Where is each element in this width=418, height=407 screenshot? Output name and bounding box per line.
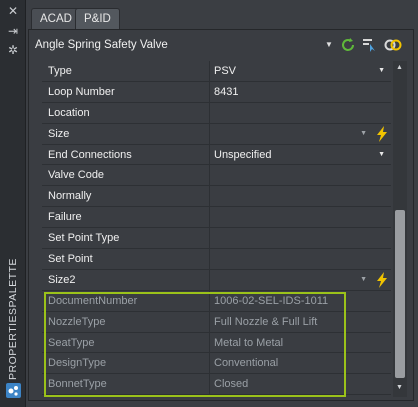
property-value[interactable]	[210, 165, 391, 185]
property-row[interactable]: Valve Code	[42, 165, 391, 187]
property-name: BonnetType	[42, 374, 210, 395]
property-name: Set Point Type	[42, 228, 210, 249]
property-row[interactable]: Set Point	[42, 249, 391, 270]
object-type-selector[interactable]: Angle Spring Safety Valve ▼	[29, 33, 411, 57]
property-value-text: Conventional	[214, 357, 279, 370]
property-value[interactable]	[210, 228, 391, 248]
property-value[interactable]	[210, 103, 391, 123]
property-value[interactable]	[210, 249, 391, 269]
property-name: End Connections	[42, 144, 210, 165]
property-value[interactable]: 8431	[210, 82, 391, 102]
chevron-down-icon[interactable]: ▼	[378, 61, 385, 81]
palette-title: PROPERTIESPALETTE	[7, 258, 19, 380]
property-value[interactable]: ▼	[210, 270, 391, 290]
chevron-down-icon[interactable]: ▼	[325, 40, 333, 49]
property-row[interactable]: Set Point Type	[42, 228, 391, 250]
chevron-down-icon[interactable]: ▼	[360, 124, 367, 144]
property-row[interactable]: Size2 ▼	[42, 269, 391, 291]
property-value[interactable]	[210, 207, 391, 227]
property-row[interactable]: Size ▼	[42, 123, 391, 145]
property-row[interactable]: SeatType Metal to Metal	[42, 332, 391, 354]
property-row[interactable]: Failure	[42, 207, 391, 229]
property-value-text: 1006-02-SEL-IDS-1011	[214, 294, 329, 307]
property-row[interactable]: DocumentNumber 1006-02-SEL-IDS-1011	[42, 290, 391, 312]
property-value-text: 8431	[214, 85, 239, 98]
select-objects-icon[interactable]	[362, 37, 378, 56]
refresh-icon[interactable]	[340, 37, 356, 56]
property-value: Conventional	[210, 353, 391, 373]
property-row[interactable]: Type PSV ▼	[42, 61, 391, 82]
property-name: NozzleType	[42, 311, 210, 332]
property-value-text: Metal to Metal	[214, 336, 284, 349]
property-row[interactable]: Location	[42, 102, 391, 124]
property-name: Failure	[42, 207, 210, 228]
property-value-text: Closed	[214, 378, 249, 391]
link-icon[interactable]	[384, 37, 402, 56]
property-value: 1006-02-SEL-IDS-1011	[210, 291, 391, 311]
property-name: Size	[42, 123, 210, 144]
tab-acad[interactable]: ACAD	[31, 8, 81, 29]
object-type-label: Angle Spring Safety Valve	[35, 39, 168, 51]
property-value-text: Unspecified	[214, 148, 272, 161]
property-value[interactable]	[210, 186, 391, 206]
property-row[interactable]: DesignType Conventional	[42, 353, 391, 375]
property-value: Metal to Metal	[210, 333, 391, 353]
property-row[interactable]: End Connections Unspecified ▼	[42, 144, 391, 166]
property-name: Normally	[42, 186, 210, 207]
property-name: Type	[42, 61, 210, 81]
property-name: Location	[42, 102, 210, 123]
property-value-text: Full Nozzle & Full Lift	[214, 315, 318, 328]
property-value: Full Nozzle & Full Lift	[210, 312, 391, 332]
pin-icon[interactable]: ⇥	[5, 24, 21, 38]
property-name: Set Point	[42, 249, 210, 269]
property-row[interactable]: NozzleType Full Nozzle & Full Lift	[42, 311, 391, 333]
property-grid: Type PSV ▼ Loop Number 8431 Location Size ▼ End …	[42, 61, 391, 396]
property-name: SeatType	[42, 332, 210, 353]
palette-side-strip: ✕ ⇥ ✲ PROPERTIESPALETTE	[0, 0, 26, 407]
close-icon[interactable]: ✕	[5, 4, 21, 18]
settings-icon[interactable]: ✲	[5, 43, 21, 57]
property-value[interactable]: ▼	[210, 124, 391, 144]
property-name: Loop Number	[42, 81, 210, 102]
tab-pid[interactable]: P&ID	[75, 8, 120, 29]
scroll-up-icon[interactable]: ▲	[396, 64, 403, 71]
property-value-text: PSV	[214, 65, 237, 77]
property-row[interactable]: BonnetType Closed	[42, 374, 391, 396]
chevron-down-icon[interactable]: ▼	[378, 145, 385, 165]
scrollbar-thumb[interactable]	[395, 210, 405, 378]
property-name: DocumentNumber	[42, 290, 210, 311]
property-name: Size2	[42, 269, 210, 290]
property-name: Valve Code	[42, 165, 210, 186]
property-value: Closed	[210, 374, 391, 394]
property-value[interactable]: Unspecified ▼	[210, 145, 391, 165]
property-row[interactable]: Loop Number 8431	[42, 81, 391, 103]
scroll-down-icon[interactable]: ▼	[396, 384, 403, 391]
palette-app-icon[interactable]	[6, 383, 21, 398]
chevron-down-icon[interactable]: ▼	[360, 270, 367, 290]
property-value[interactable]: PSV ▼	[210, 61, 391, 81]
property-row[interactable]: Normally	[42, 186, 391, 208]
property-name: DesignType	[42, 353, 210, 374]
